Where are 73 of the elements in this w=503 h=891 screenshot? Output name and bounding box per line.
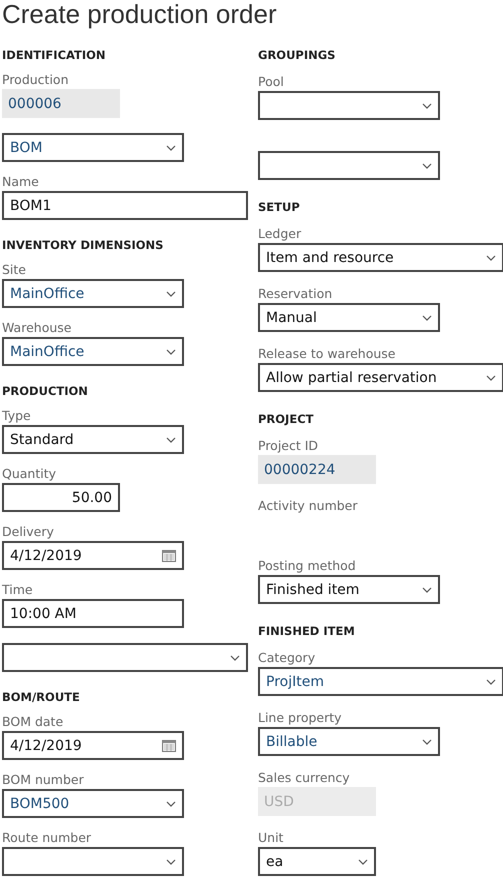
field-label: Route number [2, 829, 92, 847]
dropdown[interactable]: Standard [2, 425, 184, 454]
input-field[interactable]: 50.00 [2, 483, 120, 512]
chevron-down-icon [166, 800, 176, 806]
dropdown[interactable]: BOM [2, 133, 184, 162]
input-field[interactable]: BOM1 [2, 191, 248, 220]
readonly-field: 000006 [2, 89, 120, 118]
section-heading: BOM/ROUTE [2, 689, 81, 706]
field-label: Warehouse [2, 319, 72, 337]
dropdown[interactable] [258, 91, 440, 120]
dropdown[interactable] [258, 151, 440, 180]
field-label: BOM date [2, 713, 64, 731]
chevron-down-icon [422, 314, 432, 320]
dropdown[interactable]: ProjItem [258, 667, 503, 696]
section-heading: IDENTIFICATION [2, 47, 107, 64]
date-field[interactable]: 4/12/2019 [2, 541, 184, 570]
chevron-down-icon [486, 254, 496, 260]
section-heading: FINISHED ITEM [258, 623, 356, 640]
field-label: Sales currency [258, 769, 350, 787]
chevron-down-icon [166, 858, 176, 864]
dropdown[interactable]: MainOffice [2, 279, 184, 308]
field-label: BOM number [2, 771, 84, 789]
dropdown[interactable]: Finished item [258, 575, 440, 604]
chevron-down-icon [422, 738, 432, 744]
dropdown[interactable] [2, 847, 184, 876]
readonly-field: 00000224 [258, 455, 376, 484]
page-title: Create production order [2, 0, 278, 31]
dropdown[interactable] [2, 643, 248, 672]
chevron-down-icon [358, 858, 368, 864]
input-field[interactable]: 10:00 AM [2, 599, 184, 628]
field-label: Pool [258, 73, 284, 91]
field-label: Category [258, 649, 316, 667]
chevron-down-icon [422, 102, 432, 108]
dropdown[interactable]: BOM500 [2, 789, 184, 818]
dropdown[interactable]: MainOffice [2, 337, 184, 366]
chevron-down-icon [166, 436, 176, 442]
dropdown[interactable]: Billable [258, 727, 440, 756]
section-heading: PROJECT [258, 411, 314, 428]
date-field[interactable]: 4/12/2019 [2, 731, 184, 760]
field-label: Type [2, 407, 31, 425]
chevron-down-icon [230, 654, 240, 660]
field-label: Project ID [258, 437, 318, 455]
field-label: Time [2, 581, 33, 599]
field-label: Unit [258, 829, 284, 847]
calendar-icon[interactable] [162, 550, 176, 562]
field-label: Posting method [258, 557, 356, 575]
section-heading: SETUP [258, 199, 301, 216]
field-label: Reservation [258, 285, 332, 303]
dropdown[interactable]: ea [258, 847, 376, 876]
field-label: Quantity [2, 465, 56, 483]
field-label: Ledger [258, 225, 302, 243]
section-heading: INVENTORY DIMENSIONS [2, 237, 164, 254]
field-label: Site [2, 261, 26, 279]
field-label: Line property [258, 709, 342, 727]
readonly-field: USD [258, 787, 376, 816]
field-label: Delivery [2, 523, 54, 541]
chevron-down-icon [486, 374, 496, 380]
section-heading: GROUPINGS [258, 47, 336, 64]
dropdown[interactable]: Allow partial reservation [258, 363, 503, 392]
chevron-down-icon [166, 348, 176, 354]
chevron-down-icon [486, 678, 496, 684]
field-label: Name [2, 173, 39, 191]
field-label: Activity number [258, 497, 358, 515]
section-heading: PRODUCTION [2, 383, 89, 400]
field-label: Release to warehouse [258, 345, 396, 363]
field-label: Production [2, 71, 69, 89]
chevron-down-icon [422, 162, 432, 168]
dropdown[interactable]: Manual [258, 303, 440, 332]
chevron-down-icon [166, 144, 176, 150]
chevron-down-icon [422, 586, 432, 592]
calendar-icon[interactable] [162, 740, 176, 752]
chevron-down-icon [166, 290, 176, 296]
dropdown[interactable]: Item and resource [258, 243, 503, 272]
